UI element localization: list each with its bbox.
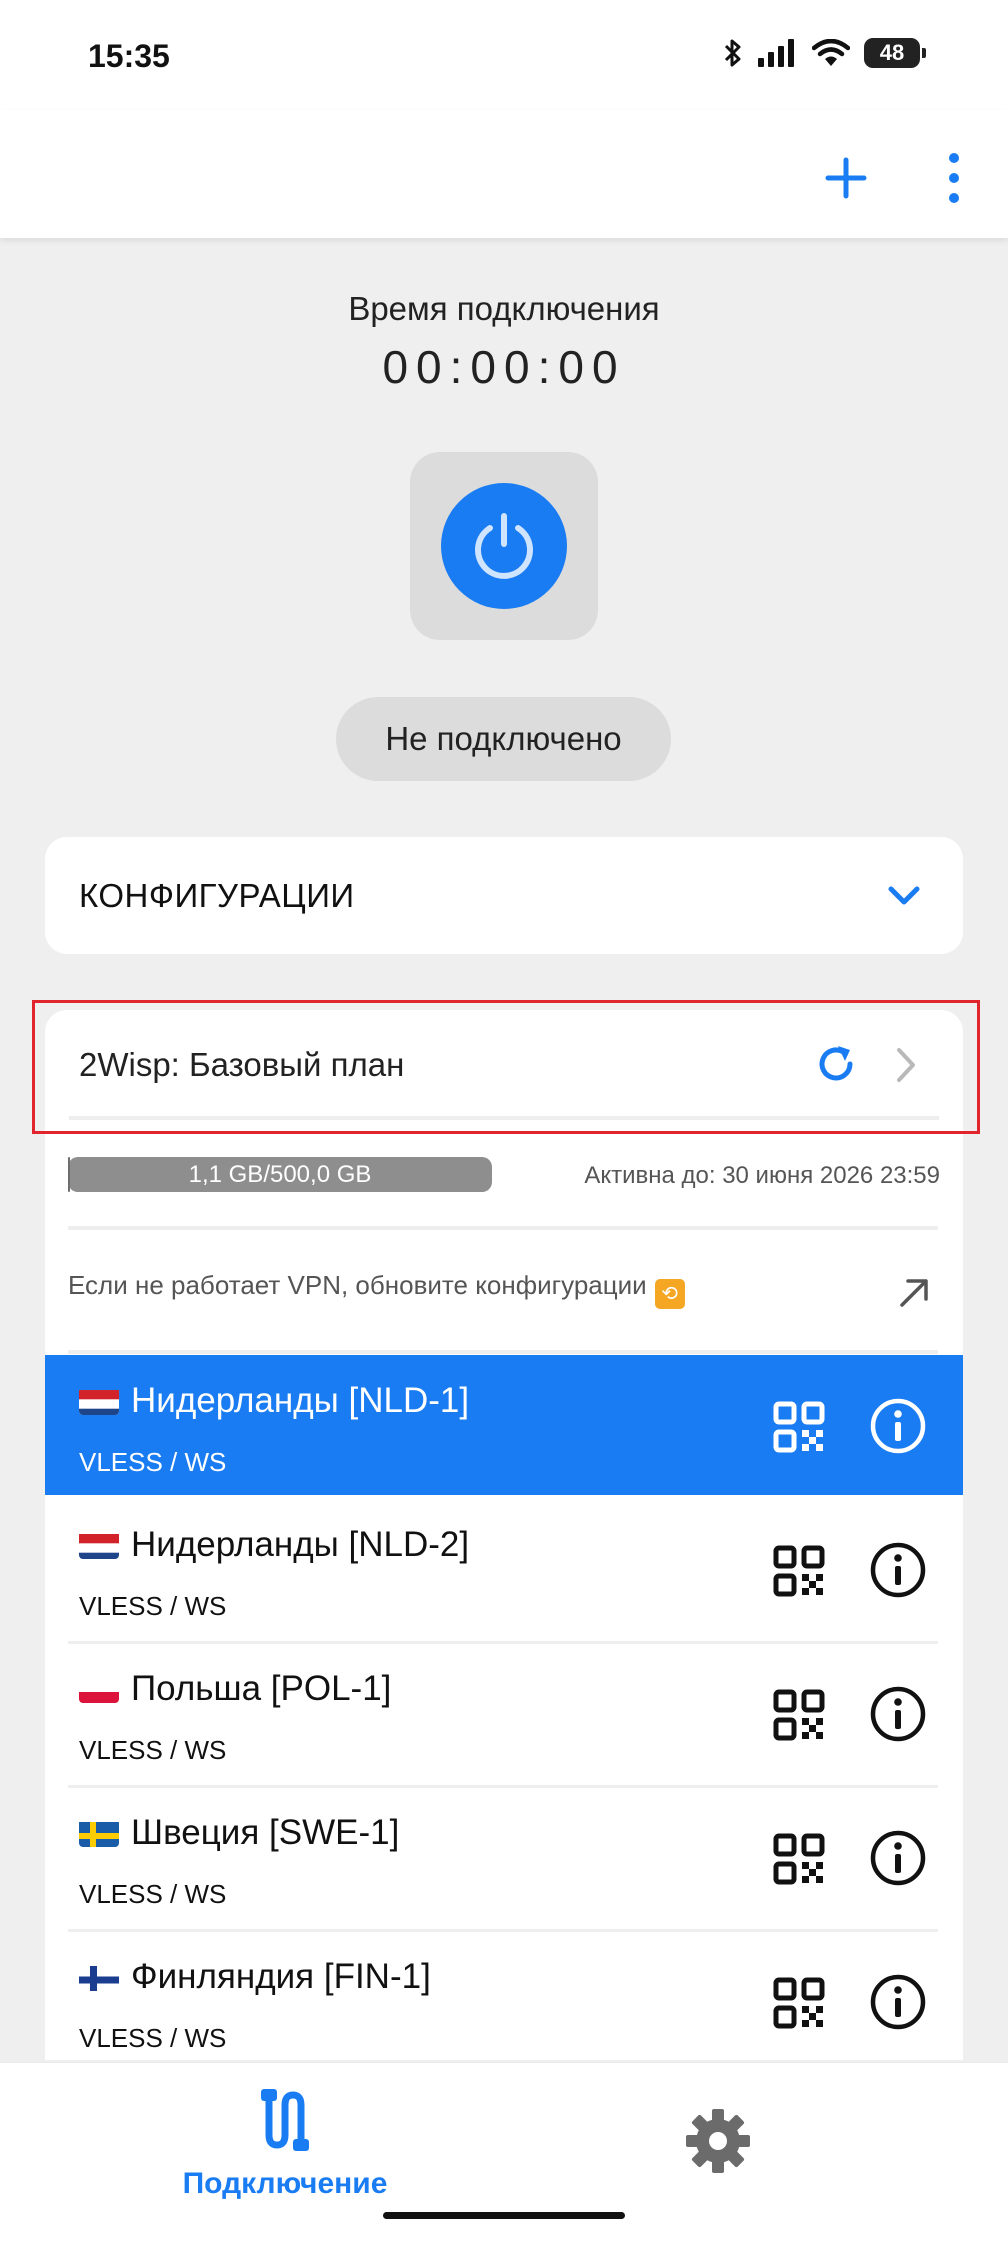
server-name: Финляндия [FIN-1] <box>79 1957 431 1997</box>
traffic-usage-text: 1,1 GB/500,0 GB <box>188 1160 372 1188</box>
info-icon[interactable] <box>869 1829 927 1887</box>
gear-icon[interactable] <box>684 2107 752 2175</box>
flag-icon <box>79 1819 119 1847</box>
info-icon[interactable] <box>869 1397 927 1455</box>
status-time: 15:35 <box>88 38 170 74</box>
server-name-text: Нидерланды [NLD-1] <box>131 1381 470 1420</box>
server-row[interactable]: Финляндия [FIN-1] VLESS / WS <box>45 1931 963 2071</box>
qr-code-icon[interactable] <box>773 1833 825 1885</box>
traffic-usage-fill <box>68 1157 70 1192</box>
power-button[interactable] <box>441 483 567 609</box>
nav-connect-label: Подключение <box>182 2167 388 2200</box>
server-name: Швеция [SWE-1] <box>79 1813 399 1853</box>
server-protocol: VLESS / WS <box>79 2023 227 2053</box>
connection-time-label: Время подключения <box>348 290 660 327</box>
status-icons: 48 <box>722 38 926 68</box>
server-protocol: VLESS / WS <box>79 1591 227 1621</box>
flag-icon <box>79 1675 119 1703</box>
home-indicator <box>383 2212 625 2219</box>
server-row[interactable]: Нидерланды [NLD-2] VLESS / WS <box>45 1499 963 1639</box>
power-button-container[interactable] <box>410 452 598 640</box>
configurations-title: КОНФИГУРАЦИИ <box>79 877 355 914</box>
repeat-emoji-icon: ⟲ <box>654 1279 685 1309</box>
update-notice[interactable]: Если не работает VPN, обновите конфигура… <box>68 1270 685 1309</box>
server-protocol: VLESS / WS <box>79 1879 227 1909</box>
info-icon[interactable] <box>869 1541 927 1599</box>
traffic-usage-bar: 1,1 GB/500,0 GB <box>68 1157 492 1192</box>
info-icon[interactable] <box>869 1973 927 2031</box>
flag-icon <box>79 1963 119 1991</box>
signal-icon <box>758 39 794 67</box>
connection-timer: 00:00:00 <box>382 341 626 393</box>
wifi-icon <box>812 39 850 66</box>
connection-cable-icon <box>261 2089 309 2151</box>
arrow-up-right-icon[interactable] <box>896 1275 932 1311</box>
server-name-text: Польша [POL-1] <box>131 1669 392 1708</box>
app-bar <box>0 110 1008 238</box>
configurations-dropdown[interactable]: КОНФИГУРАЦИИ <box>45 837 963 954</box>
more-vertical-icon[interactable] <box>940 150 968 206</box>
divider <box>68 1226 938 1230</box>
server-name-text: Швеция [SWE-1] <box>131 1813 400 1852</box>
divider <box>68 1350 938 1354</box>
bluetooth-icon <box>724 39 741 67</box>
server-protocol: VLESS / WS <box>79 1735 227 1765</box>
server-row[interactable]: Польша [POL-1] VLESS / WS <box>45 1643 963 1783</box>
server-row[interactable]: Нидерланды [NLD-1] VLESS / WS <box>45 1355 963 1495</box>
server-name-text: Нидерланды [NLD-2] <box>131 1525 470 1564</box>
qr-code-icon[interactable] <box>773 1689 825 1741</box>
server-name-text: Финляндия [FIN-1] <box>131 1957 431 1996</box>
battery-indicator: 48 <box>864 38 926 68</box>
status-bar: 15:35 48 <box>0 0 1008 110</box>
chevron-down-icon[interactable] <box>885 877 923 915</box>
power-icon <box>475 513 533 579</box>
server-name: Польша [POL-1] <box>79 1669 391 1709</box>
connection-status: Не подключено <box>336 697 671 781</box>
qr-code-icon[interactable] <box>773 1545 825 1597</box>
server-name: Нидерланды [NLD-2] <box>79 1525 469 1565</box>
server-row[interactable]: Швеция [SWE-1] VLESS / WS <box>45 1787 963 1927</box>
update-notice-text: Если не работает VPN, обновите конфигура… <box>68 1270 647 1300</box>
server-name: Нидерланды [NLD-1] <box>79 1381 469 1421</box>
nav-connect[interactable]: Подключение <box>180 2087 390 2200</box>
info-icon[interactable] <box>869 1685 927 1743</box>
qr-code-icon[interactable] <box>773 1401 825 1453</box>
flag-icon <box>79 1531 119 1559</box>
plus-icon[interactable] <box>822 154 870 202</box>
active-until: Активна до: 30 июня 2026 23:59 <box>584 1162 940 1189</box>
server-protocol: VLESS / WS <box>79 1447 227 1477</box>
qr-code-icon[interactable] <box>773 1977 825 2029</box>
flag-icon <box>79 1387 119 1415</box>
highlight-box <box>32 1000 980 1134</box>
